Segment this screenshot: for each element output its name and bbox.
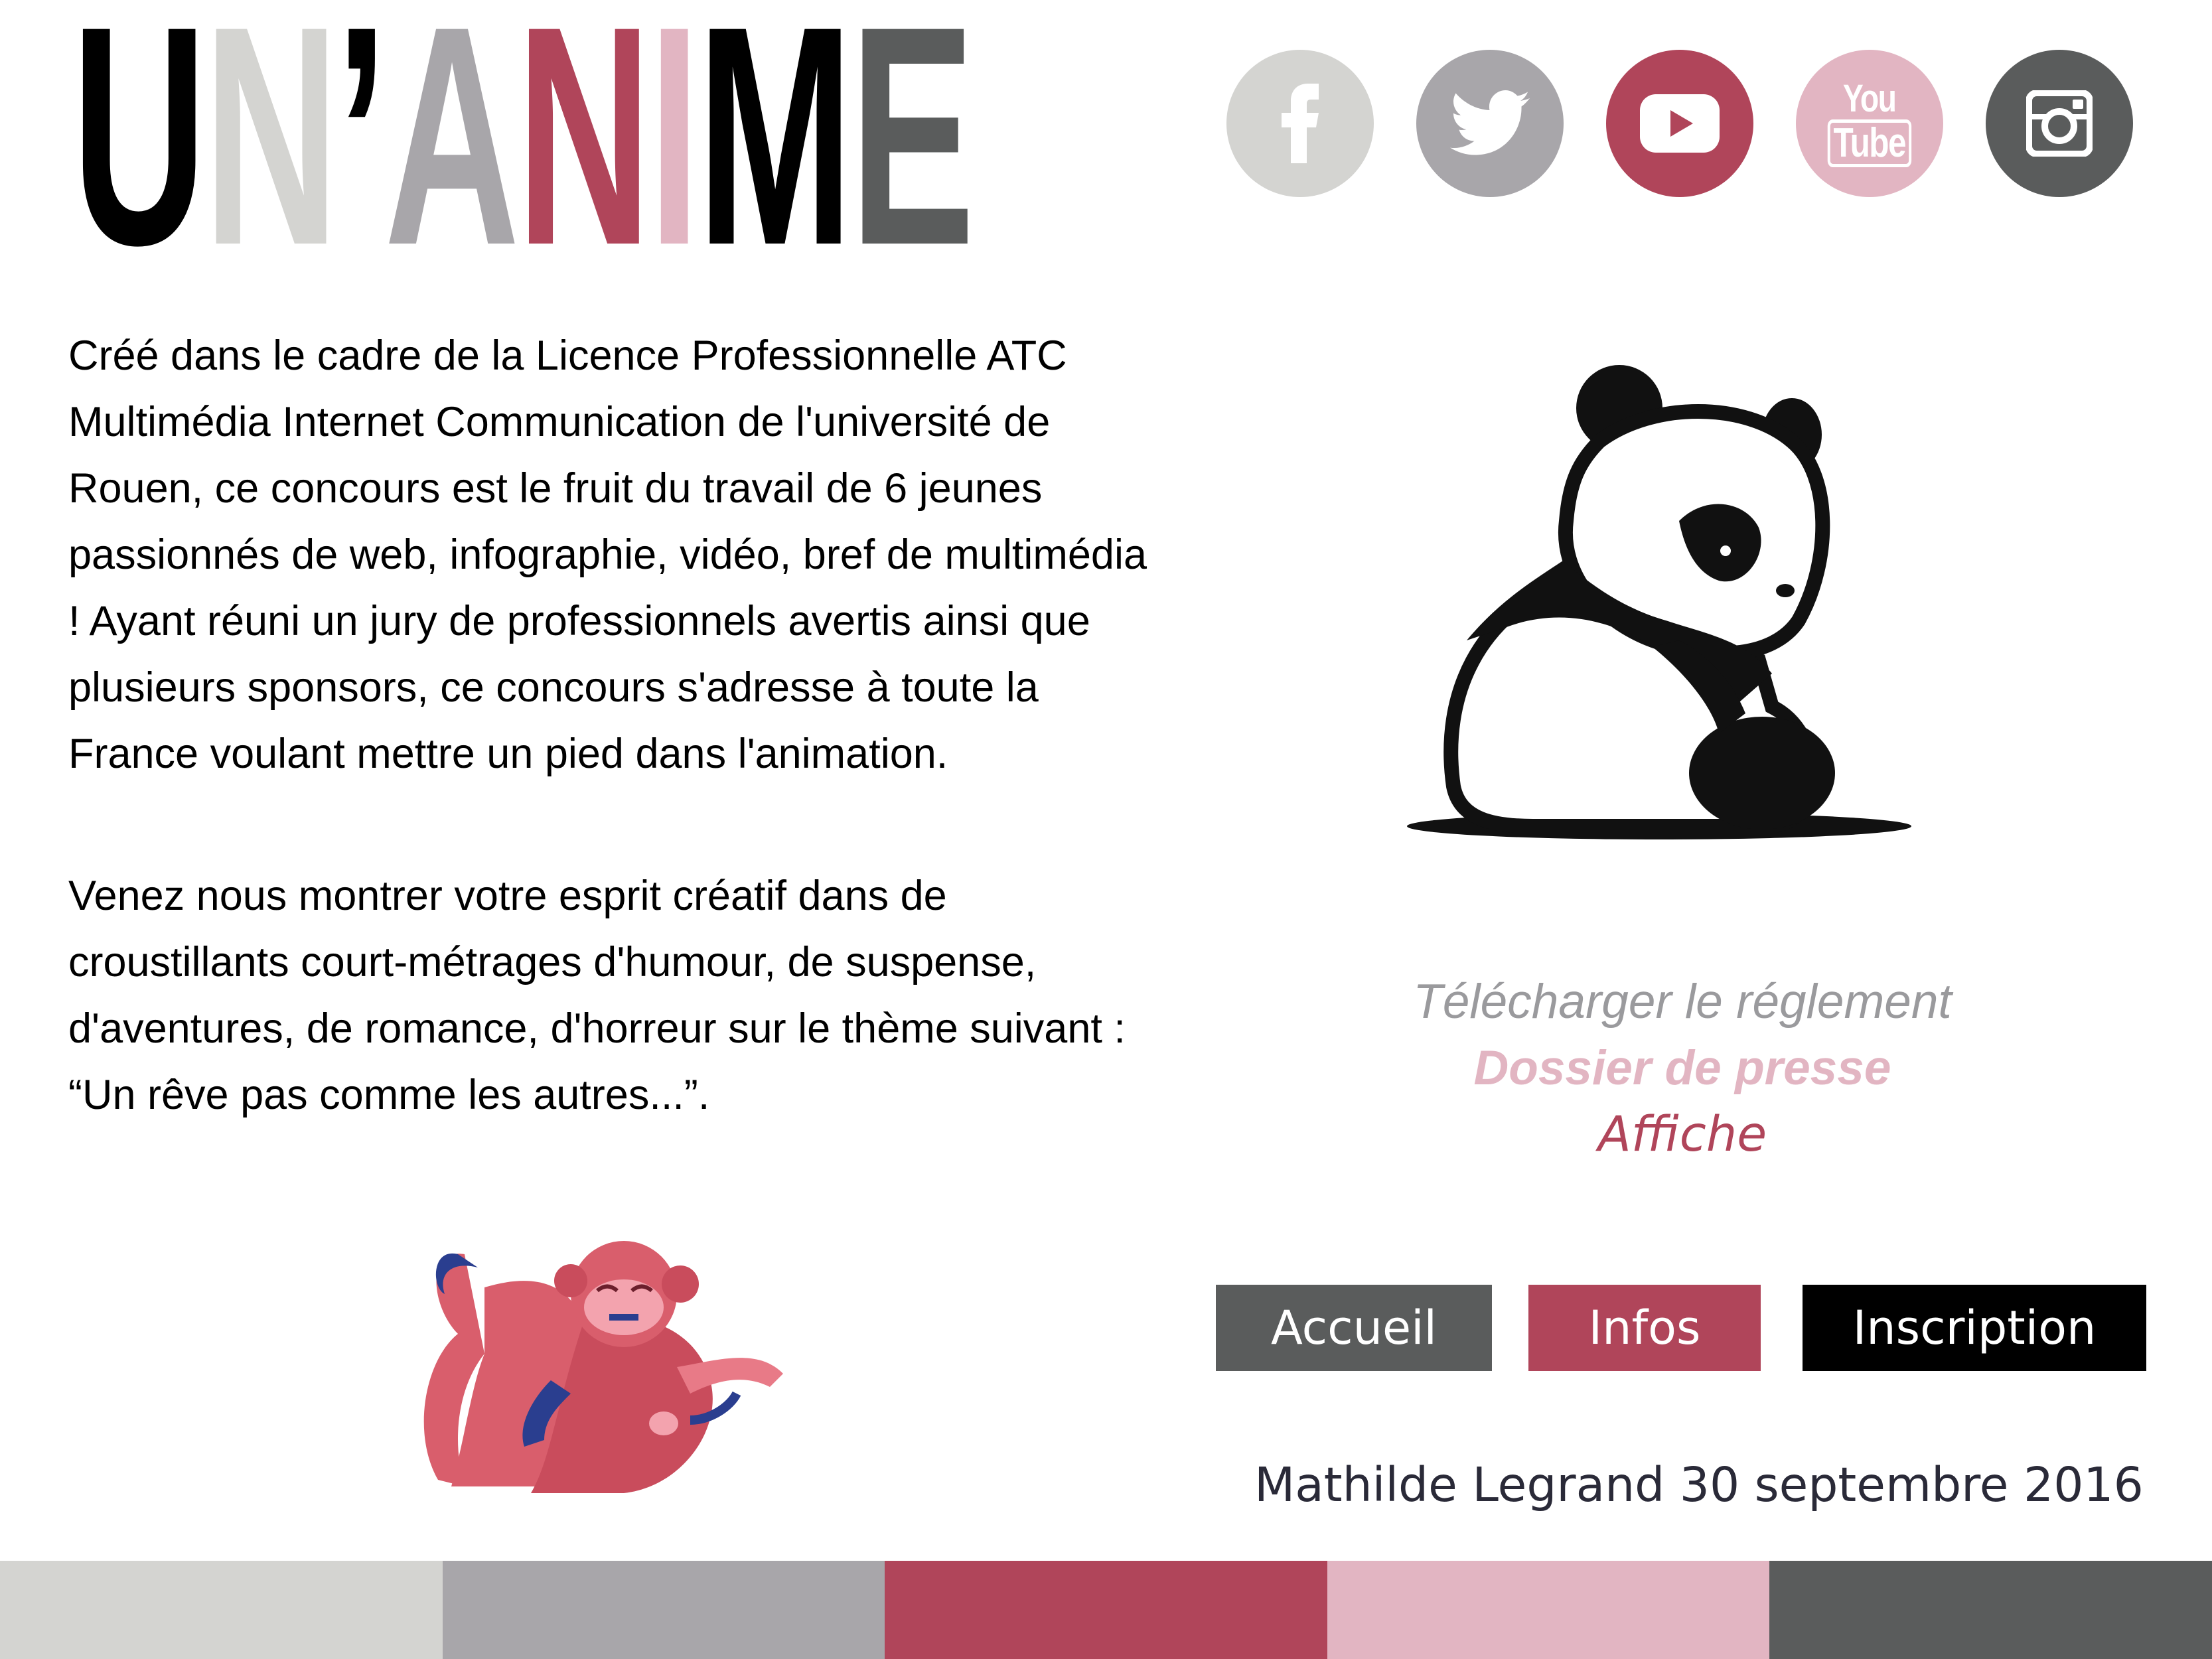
nav-info-button[interactable]: Infos — [1528, 1285, 1761, 1371]
logo-apostrophe: ’ — [335, 0, 388, 310]
social-links: You Tube — [1226, 50, 2133, 197]
facebook-link[interactable] — [1226, 50, 1374, 197]
facebook-icon — [1282, 84, 1319, 163]
youtube-logo-text-top: You — [1843, 77, 1897, 120]
color-bar — [0, 1561, 2212, 1659]
youtube-play-icon — [1640, 94, 1720, 153]
twitter-link[interactable] — [1416, 50, 1564, 197]
logo-letter-i: I — [648, 0, 700, 310]
logo-letter-n1: N — [203, 0, 339, 310]
nav-signup-button[interactable]: Inscription — [1803, 1285, 2146, 1371]
author-date: Mathilde Legrand 30 septembre 2016 — [1254, 1457, 2144, 1512]
site-logo: U N’ A N I M E — [72, 0, 975, 292]
color-bar-segment — [1327, 1561, 1770, 1659]
logo-letter-a: A — [384, 0, 520, 310]
youtube-play-link[interactable] — [1606, 50, 1753, 197]
color-bar-segment — [0, 1561, 443, 1659]
logo-letter-e: E — [849, 0, 975, 310]
youtube-logo-icon: You Tube — [1817, 80, 1922, 167]
logo-letter-n2: N — [516, 0, 652, 310]
monkey-illustration — [423, 1241, 783, 1493]
download-rules-link[interactable]: Télécharger le réglement — [1274, 969, 2091, 1035]
intro-paragraph-2: Venez nous montrer votre esprit créatif … — [68, 873, 1126, 1118]
poster-link[interactable]: Affiche — [1274, 1102, 2091, 1168]
twitter-icon — [1450, 90, 1530, 155]
color-bar-segment — [1769, 1561, 2212, 1659]
instagram-icon — [2026, 90, 2093, 157]
download-links: Télécharger le réglement Dossier de pres… — [1274, 969, 2091, 1168]
nav-home-button[interactable]: Accueil — [1216, 1285, 1492, 1371]
color-bar-segment — [442, 1561, 885, 1659]
intro-paragraph-1: Créé dans le cadre de la Licence Profess… — [68, 332, 1147, 777]
logo-letter-u: U — [72, 0, 207, 310]
intro-text: Créé dans le cadre de la Licence Profess… — [68, 323, 1157, 1204]
color-bar-segment — [885, 1561, 1327, 1659]
press-kit-link[interactable]: Dossier de presse — [1274, 1035, 2091, 1102]
youtube-logo-text-bottom: Tube — [1828, 119, 1911, 167]
instagram-link[interactable] — [1986, 50, 2133, 197]
youtube-logo-link[interactable]: You Tube — [1796, 50, 1943, 197]
logo-letter-m: M — [697, 0, 853, 310]
panda-illustration — [1407, 365, 1911, 839]
